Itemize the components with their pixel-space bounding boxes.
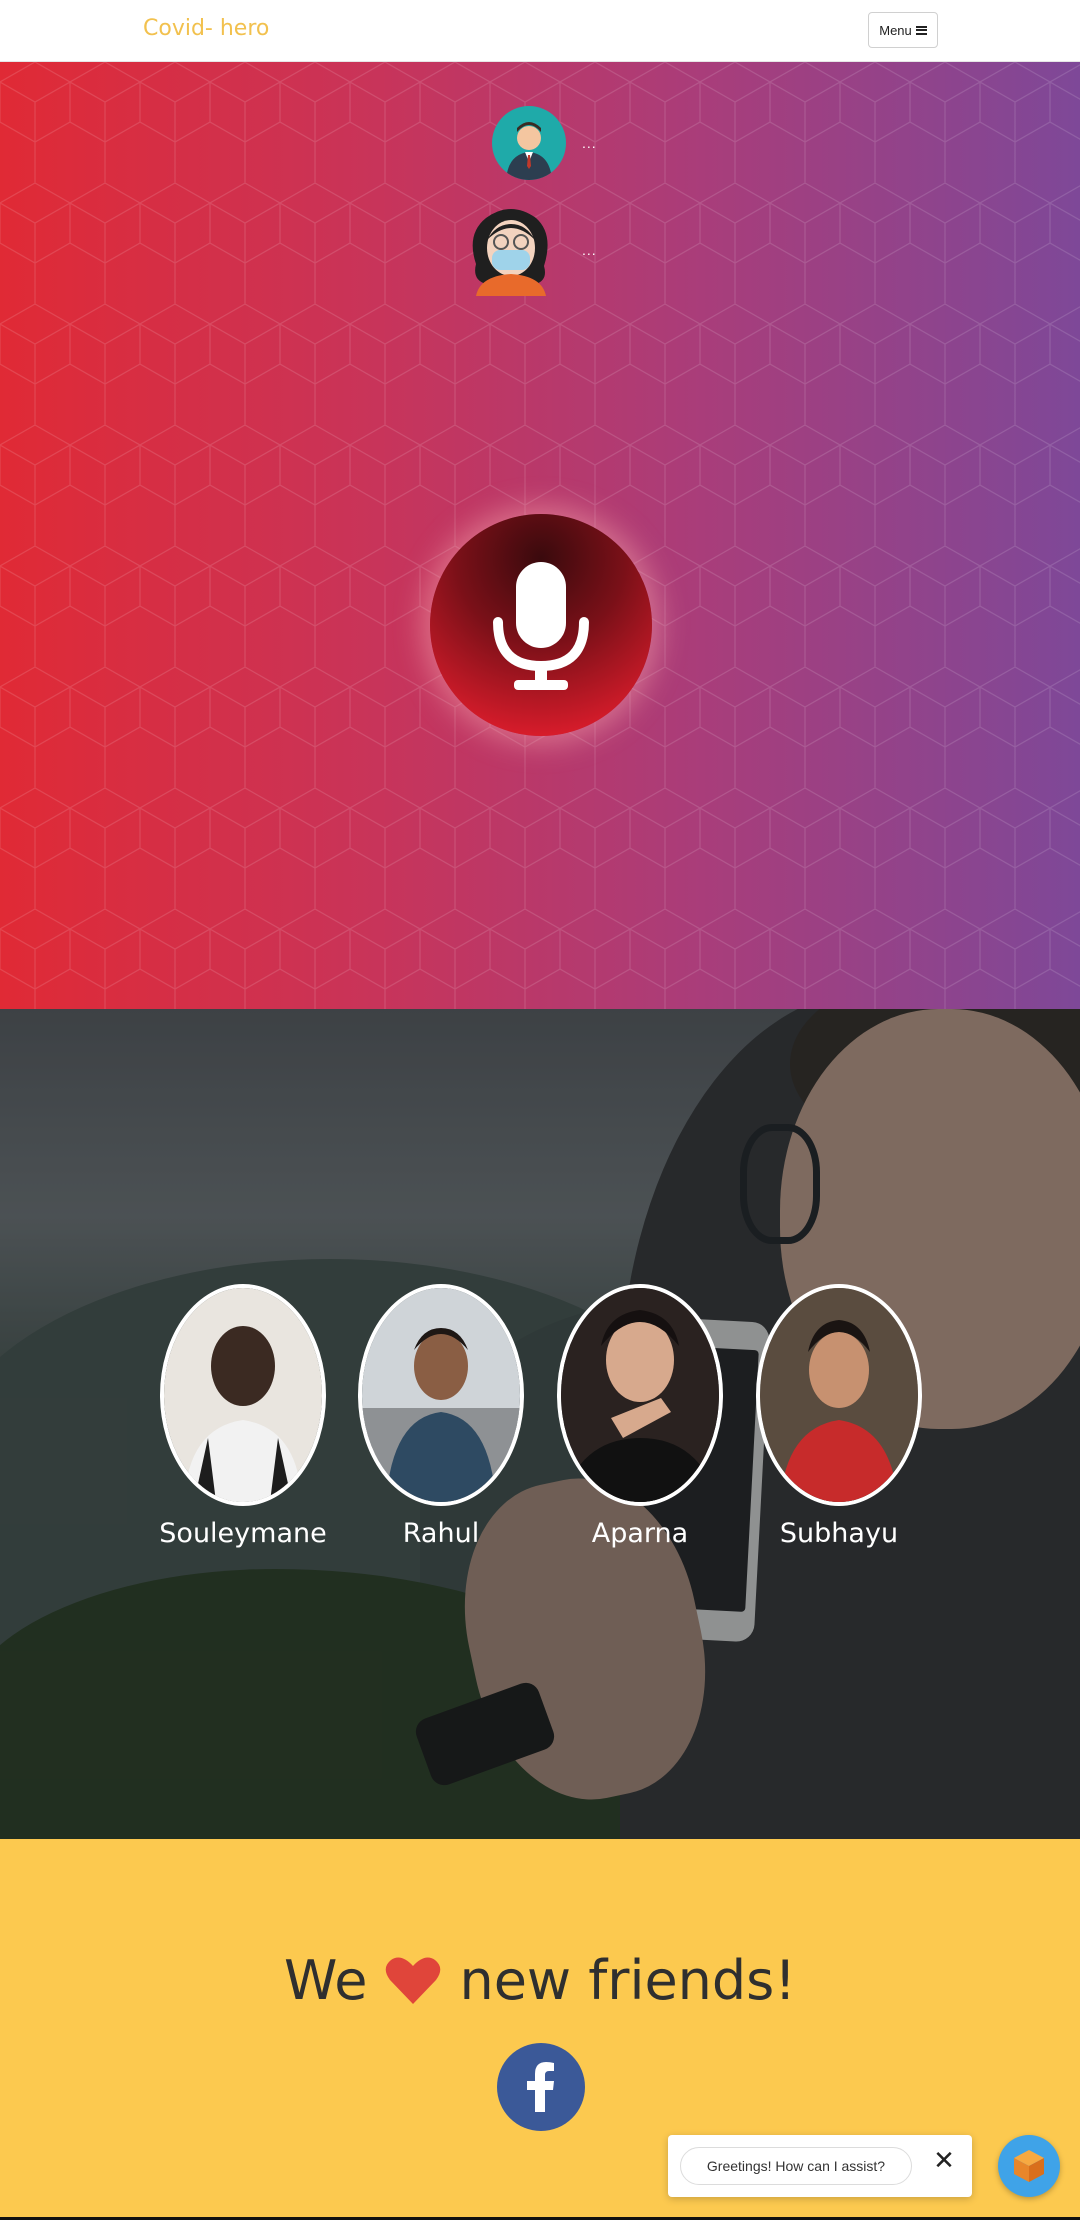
brand-logo[interactable]: Covid- hero xyxy=(143,16,269,41)
member-name: Subhayu xyxy=(779,1518,899,1549)
close-icon[interactable]: ✕ xyxy=(932,2147,956,2173)
facebook-icon xyxy=(527,2062,554,2112)
tagline: We new friends! xyxy=(0,1949,1080,2012)
team-section: Souleymane Rahul Aparna Subhayu xyxy=(0,1009,1080,1839)
member-name: Aparna xyxy=(591,1518,689,1549)
member-name: Souleymane xyxy=(159,1518,327,1549)
chat-launcher-button[interactable] xyxy=(998,2135,1060,2197)
member-photo xyxy=(756,1284,922,1506)
team-member[interactable]: Subhayu xyxy=(754,1284,924,1549)
menu-label: Menu xyxy=(879,22,912,38)
cube-icon xyxy=(1014,2150,1044,2182)
masked-woman-avatar xyxy=(456,204,566,296)
navbar: Covid- hero Menu xyxy=(0,0,1080,62)
hero-section: ... ... xyxy=(0,62,1080,1009)
member-photo xyxy=(557,1284,723,1506)
member-photo xyxy=(160,1284,326,1506)
team-member[interactable]: Souleymane xyxy=(158,1284,328,1549)
microphone-icon xyxy=(493,562,589,690)
chat-greeting-bubble: Greetings! How can I assist? ✕ xyxy=(668,2135,972,2197)
tagline-end: new friends! xyxy=(459,1949,796,2012)
chat-message-user: ... xyxy=(472,204,597,296)
microphone-button[interactable] xyxy=(430,514,652,736)
user-message-text: ... xyxy=(582,242,597,258)
team-member[interactable]: Aparna xyxy=(555,1284,725,1549)
team-member[interactable]: Rahul xyxy=(356,1284,526,1549)
heart-icon xyxy=(386,1957,441,2004)
menu-button[interactable]: Menu xyxy=(868,12,938,48)
facebook-button[interactable] xyxy=(497,2043,585,2131)
member-photo xyxy=(358,1284,524,1506)
tagline-start: We xyxy=(284,1949,368,2012)
bars-icon xyxy=(915,25,927,35)
member-name: Rahul xyxy=(402,1518,480,1549)
chat-message-bot: ... xyxy=(492,106,597,180)
bot-message-text: ... xyxy=(582,135,597,151)
doctor-avatar xyxy=(492,106,566,180)
chat-greeting-button[interactable]: Greetings! How can I assist? xyxy=(680,2147,912,2185)
